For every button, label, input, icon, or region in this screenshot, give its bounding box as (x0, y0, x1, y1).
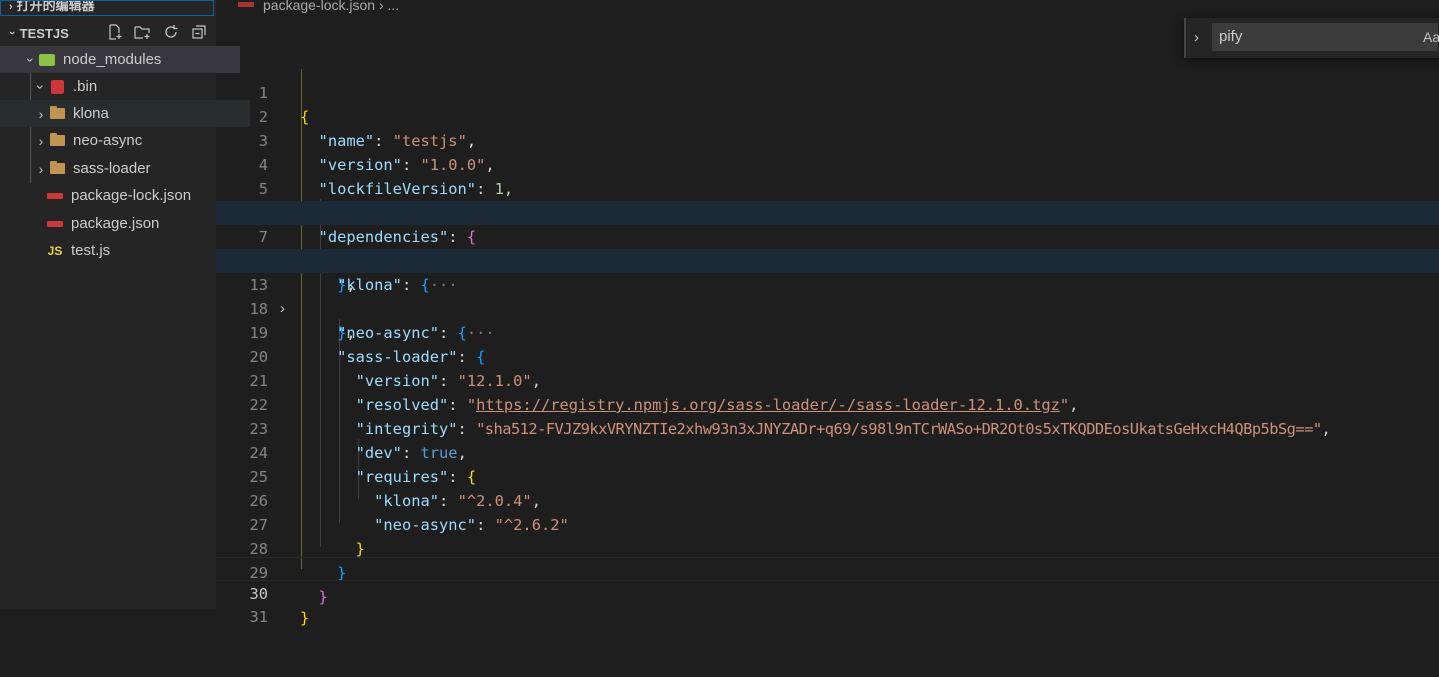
chevron-right-icon: › (38, 132, 44, 149)
tree-item-label: neo-async (73, 132, 143, 149)
find-input[interactable]: pify (1212, 23, 1438, 51)
open-editors-label: 打开的编辑器 (16, 0, 95, 13)
code-line: 19 "sass-loader": { (249, 324, 486, 366)
tree-item-label: test.js (71, 242, 111, 259)
code-line: 26 "neo-async": "^2.6.2" (249, 492, 569, 534)
chevron-down-icon: › (5, 31, 18, 35)
code-line: 31 (249, 608, 268, 626)
code-line-folded: 13 › "neo-async": {··· (216, 249, 1439, 342)
node-modules-folder-icon (38, 52, 56, 68)
chevron-right-icon: › (9, 1, 13, 13)
npm-icon (238, 2, 254, 7)
project-name: TESTJS (19, 25, 69, 41)
code-line: 2 "name": "testjs", (258, 108, 477, 150)
new-file-icon[interactable] (106, 23, 124, 41)
open-editors-section[interactable]: › 打开的编辑器 (0, 0, 214, 16)
toggle-replace-chevron-icon[interactable]: › (1194, 29, 1199, 46)
code-line: 5 "requires": true, (258, 180, 476, 222)
tree-item-neo-async[interactable]: › neo-async (0, 127, 250, 154)
code-line: 4 "lockfileVersion": 1, (258, 156, 514, 198)
npm-icon (46, 188, 64, 204)
tree-item-label: klona (73, 105, 109, 122)
code-line: 21 "resolved": "https://registry.npmjs.o… (249, 372, 1079, 414)
collapse-all-icon[interactable] (190, 23, 208, 41)
code-line: 22 "integrity": "sha512-FVJZ9kxVRYNZTIe2… (249, 396, 1331, 438)
code-line: 12 }, (249, 252, 356, 294)
code-line: 18 }, (249, 300, 356, 342)
breadcrumb[interactable]: package-lock.json › ... (263, 0, 399, 13)
explorer-actions (106, 23, 208, 41)
code-line: 24 "requires": { (249, 444, 477, 486)
chevron-right-icon: › (38, 160, 44, 177)
code-line: 28 } (249, 540, 347, 582)
code-line: 23 "dev": true, (249, 420, 467, 462)
code-line: 27 } (249, 516, 365, 558)
explorer-sidebar: ›打开的编辑器 › TESTJS › node_modules › .bin (0, 0, 250, 609)
match-case-button[interactable]: Aa (1423, 29, 1439, 45)
tree-item-label: node_modules (63, 51, 162, 68)
folder-icon (48, 106, 66, 122)
code-line: 3 "version": "1.0.0", (258, 132, 495, 174)
find-widget: › pify Aa (1184, 18, 1439, 58)
folder-icon (48, 161, 66, 177)
code-line: 25 "klona": "^2.0.4", (249, 468, 541, 510)
tree-item-sass-loader[interactable]: › sass-loader (0, 155, 250, 182)
breadcrumb-bar: package-lock.json › ... (216, 0, 1439, 14)
chevron-down-icon: › (23, 57, 39, 62)
code-line: 20 "version": "12.1.0", (249, 348, 541, 390)
tree-item-label: sass-loader (73, 160, 151, 177)
tree-item-label: package-lock.json (71, 187, 192, 204)
code-line: 1 { (258, 84, 310, 126)
js-icon: JS (47, 243, 63, 258)
code-line-folded: 7 › "klona": {··· (216, 201, 1439, 294)
tree-item-klona[interactable]: › klona (0, 100, 250, 127)
folder-icon (48, 133, 66, 149)
chevron-down-icon: › (33, 84, 49, 89)
tree-item-label: package.json (71, 215, 160, 232)
code-editor[interactable]: 1 { 2 "name": "testjs", 3 "version": "1.… (216, 57, 1439, 627)
project-header[interactable]: › TESTJS (0, 20, 216, 46)
tree-item-node-modules[interactable]: › node_modules (0, 46, 240, 73)
tree-item-label: .bin (73, 78, 98, 95)
chevron-right-icon: › (38, 105, 44, 122)
refresh-icon[interactable] (162, 23, 180, 41)
new-folder-icon[interactable] (134, 23, 152, 41)
code-line-current: 30 } (216, 557, 1439, 627)
npm-icon (46, 216, 64, 232)
bin-folder-icon (48, 79, 66, 95)
tree-item-bin[interactable]: › .bin (0, 73, 250, 100)
code-line: 6 "dependencies": { (259, 204, 477, 246)
